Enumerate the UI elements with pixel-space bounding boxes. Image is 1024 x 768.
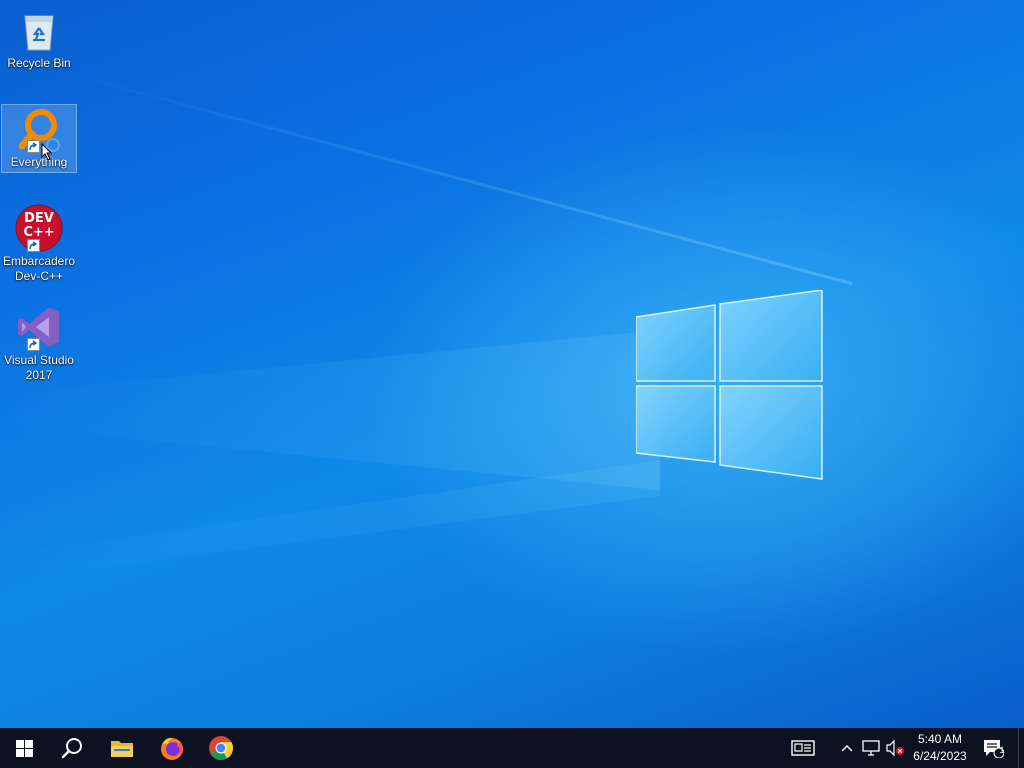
system-clock[interactable]: 5:40 AM 6/24/2023	[906, 731, 974, 765]
shortcut-arrow-icon	[27, 338, 40, 351]
taskbar: 5:40 AM 6/24/2023 1	[0, 728, 1024, 768]
everything-icon	[15, 105, 63, 161]
volume-control[interactable]	[884, 728, 906, 768]
mouse-cursor-icon	[41, 143, 53, 161]
start-button[interactable]	[0, 728, 48, 768]
desktop[interactable]: Recycle Bin Everything DEV C++ Embarcade…	[0, 0, 1024, 728]
devcpp-icon-text: DEV C++	[23, 211, 55, 240]
shortcut-arrow-icon	[27, 239, 40, 252]
taskbar-chrome[interactable]	[197, 728, 245, 768]
windows-start-icon	[15, 739, 33, 757]
taskbar-firefox[interactable]	[148, 728, 196, 768]
network-icon	[862, 740, 880, 756]
desktop-icon-devcpp[interactable]: DEV C++ Embarcadero Dev-C++	[2, 204, 76, 288]
light-ray	[59, 70, 853, 286]
visual-studio-icon	[15, 303, 63, 351]
desktop-icon-everything[interactable]: Everything	[1, 104, 77, 173]
desktop-icon-recycle-bin[interactable]: Recycle Bin	[2, 6, 76, 74]
volume-muted-icon	[886, 740, 904, 756]
news-and-interests-button[interactable]	[786, 728, 820, 768]
folder-icon	[111, 741, 133, 757]
show-hidden-icons-button[interactable]	[838, 728, 856, 768]
notification-count-badge: 1	[999, 745, 1005, 755]
recycle-bin-icon	[15, 6, 63, 54]
desktop-icon-label: Visual Studio 2017	[4, 353, 74, 382]
chrome-icon	[209, 736, 233, 761]
search-button[interactable]	[48, 728, 96, 768]
desktop-icon-visual-studio[interactable]: Visual Studio 2017	[2, 303, 76, 387]
clock-date: 6/24/2023	[913, 749, 967, 763]
light-ray	[0, 460, 660, 580]
taskbar-file-explorer[interactable]	[98, 728, 146, 768]
clock-time: 5:40 AM	[917, 732, 963, 746]
devcpp-icon: DEV C++	[15, 204, 63, 252]
search-icon	[61, 738, 82, 759]
chevron-up-icon	[841, 745, 853, 752]
desktop-icon-label: Embarcadero Dev-C++	[2, 254, 76, 283]
shortcut-arrow-icon	[27, 140, 40, 153]
network-status[interactable]	[860, 728, 882, 768]
light-ray	[0, 330, 660, 490]
desktop-icon-label: Recycle Bin	[7, 56, 71, 70]
firefox-icon	[161, 737, 183, 760]
desktop-icon-label: Everything	[10, 155, 68, 169]
show-desktop-button[interactable]	[1018, 728, 1024, 768]
action-center-button[interactable]: 1	[978, 728, 1008, 768]
windows-logo-wallpaper	[636, 290, 823, 480]
news-icon	[791, 740, 815, 756]
